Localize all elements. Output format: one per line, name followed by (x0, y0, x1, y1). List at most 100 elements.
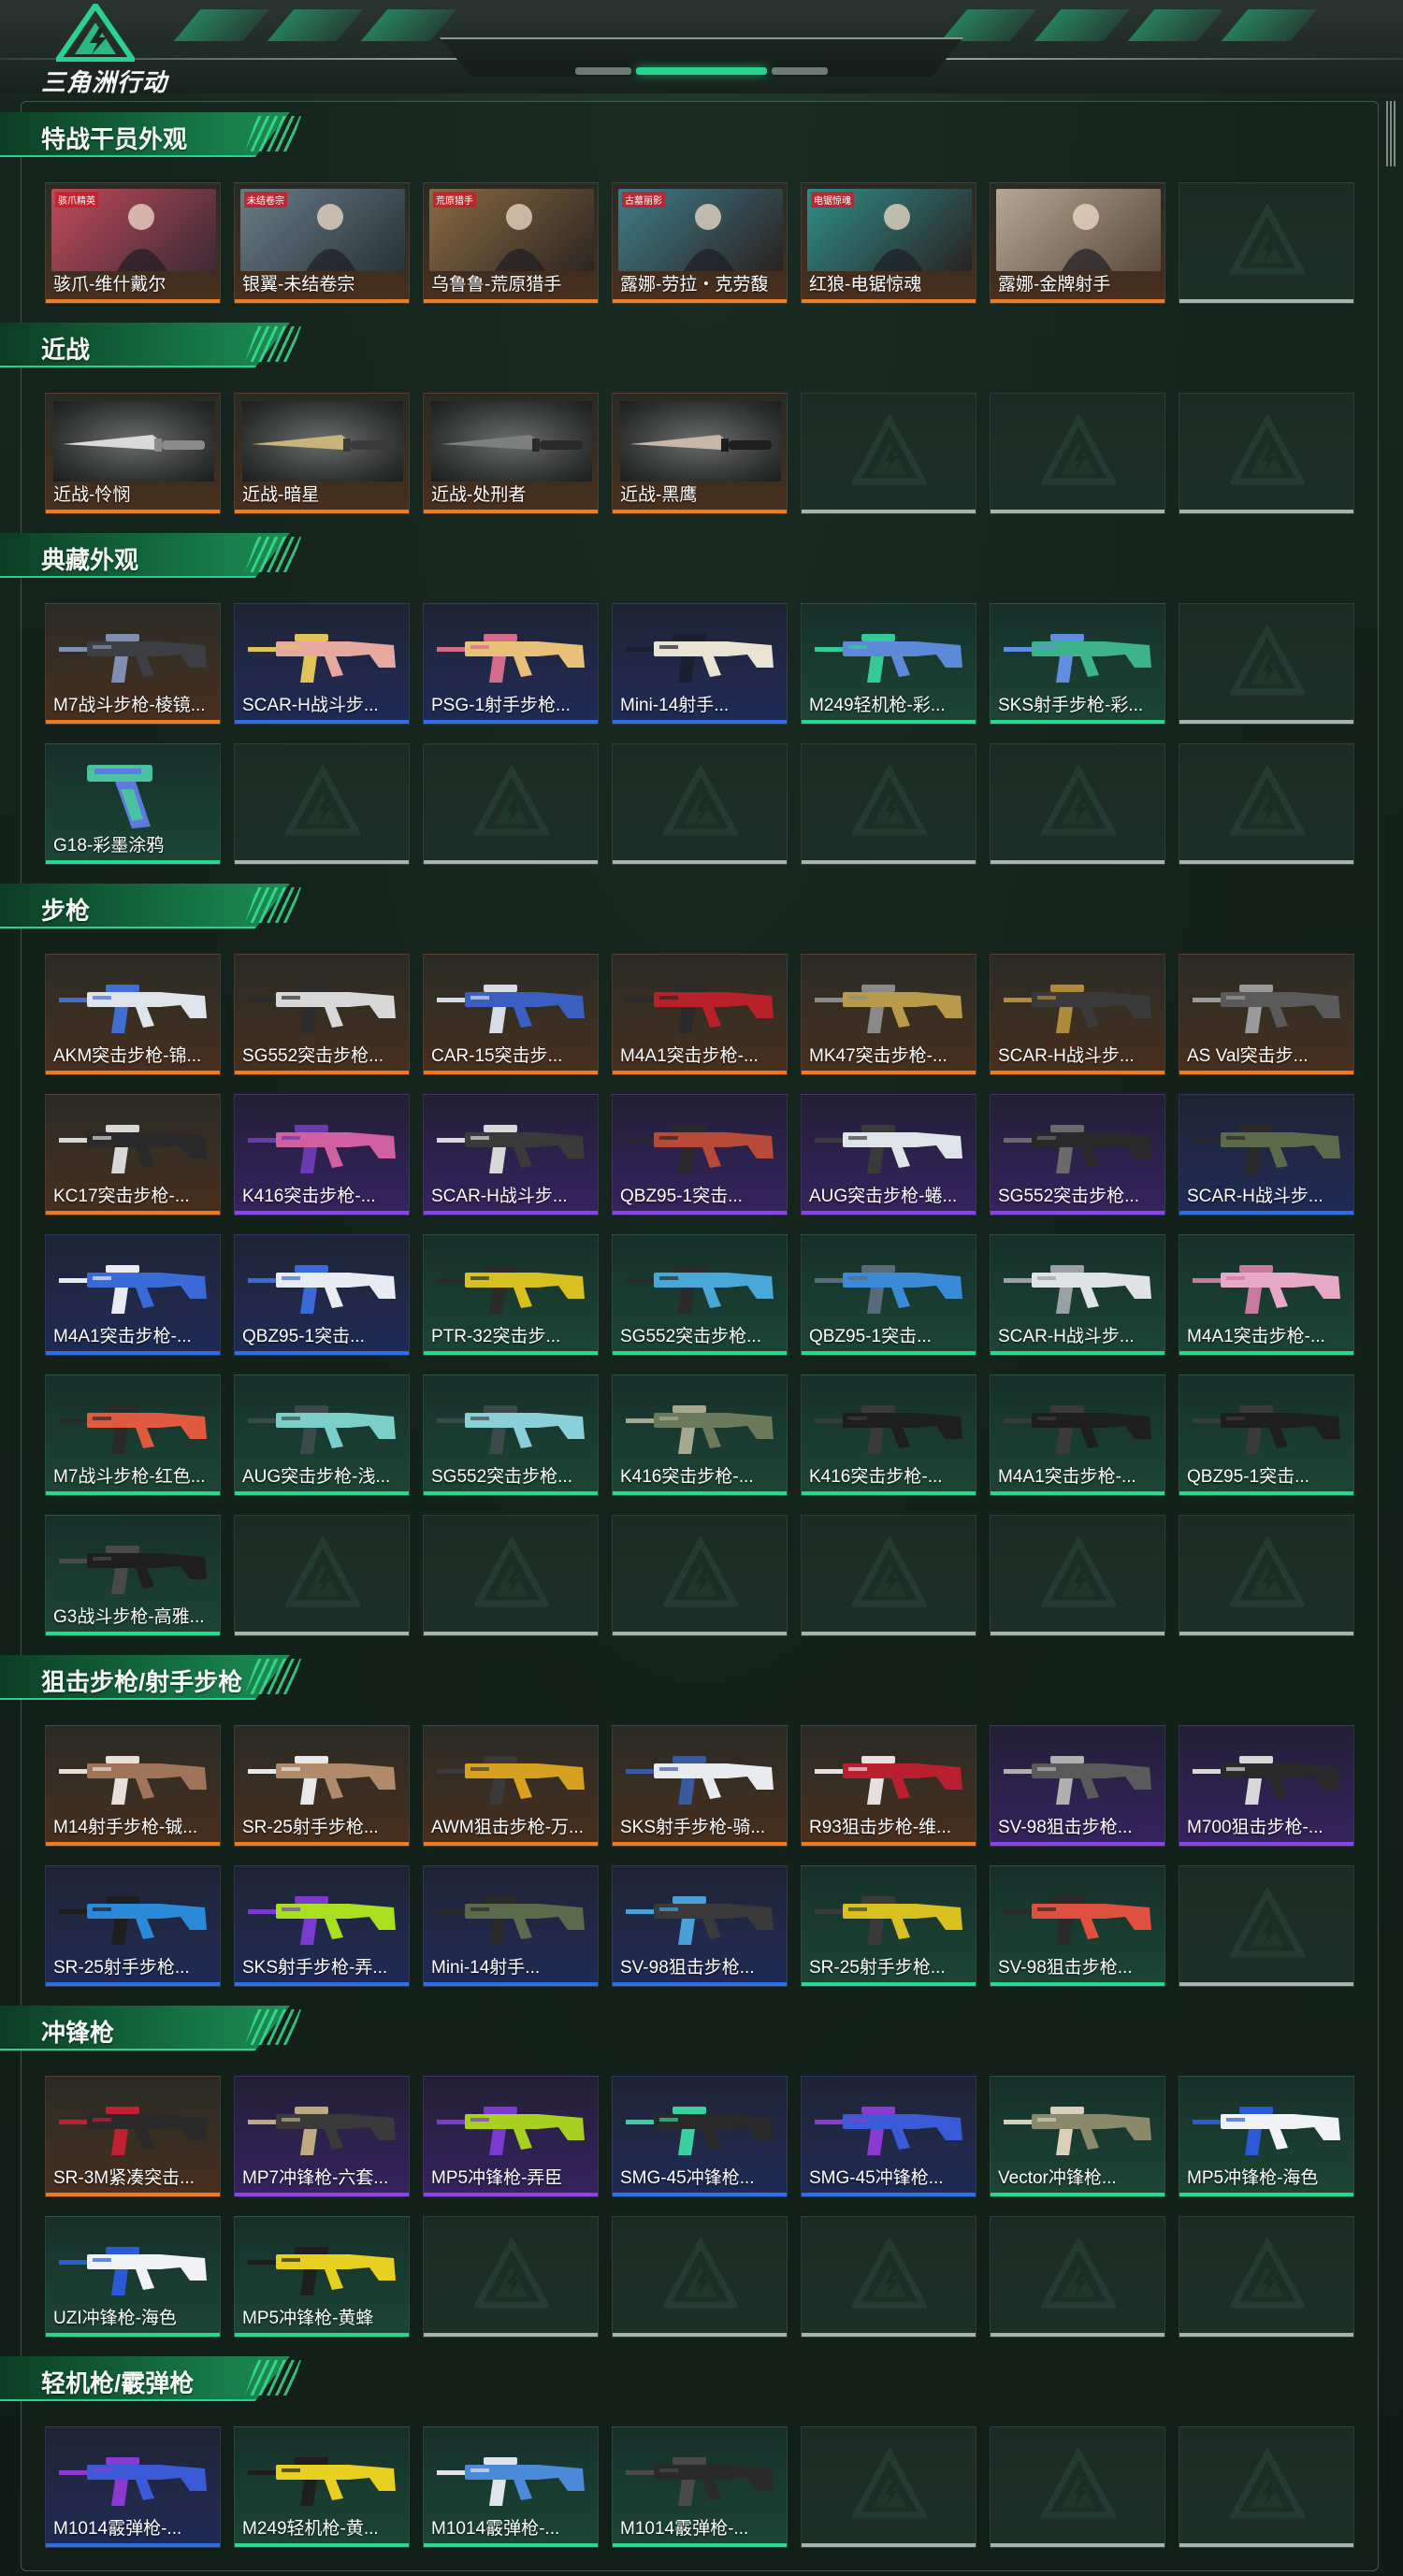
rarity-bar (613, 1211, 787, 1215)
skin-card[interactable]: M1014霰弹枪-... (45, 2426, 221, 2548)
skin-card[interactable]: M4A1突击步枪-... (612, 954, 788, 1075)
skin-card[interactable]: MK47突击步枪-... (801, 954, 976, 1075)
rarity-bar (235, 1842, 409, 1846)
skin-card[interactable]: R93狙击步枪-维... (801, 1725, 976, 1847)
skin-card[interactable]: QBZ95-1突击... (1179, 1374, 1354, 1496)
skin-card[interactable]: 近战-怜悯 (45, 393, 221, 514)
skin-card[interactable]: AUG突击步枪-浅... (234, 1374, 410, 1496)
skin-thumbnail (46, 394, 220, 487)
rarity-bar (424, 2543, 598, 2547)
skin-card[interactable]: AWM狙击步枪-万... (423, 1725, 599, 1847)
skin-thumbnail (424, 1235, 598, 1329)
skin-thumbnail (46, 1235, 220, 1329)
weapon-image (248, 1125, 396, 1173)
empty-slot (1179, 393, 1354, 514)
skin-card[interactable]: SR-25射手步枪... (45, 1865, 221, 1987)
weapon-image (248, 1265, 396, 1314)
skin-card[interactable]: K416突击步枪-... (801, 1374, 976, 1496)
skin-card[interactable]: SCAR-H战斗步... (423, 1094, 599, 1216)
skin-card[interactable]: 露娜-金牌射手 (990, 182, 1165, 304)
skin-thumbnail (802, 1726, 976, 1820)
skin-card[interactable]: PTR-32突击步... (423, 1234, 599, 1356)
skin-card[interactable]: Vector冲锋枪... (990, 2076, 1165, 2197)
skin-card[interactable]: MP5冲锋枪-黄蜂 (234, 2216, 410, 2338)
skin-card[interactable]: SMG-45冲锋枪... (801, 2076, 976, 2197)
skin-card[interactable]: SCAR-H战斗步... (1179, 1094, 1354, 1216)
weapon-image (248, 2247, 396, 2295)
skin-card[interactable]: SV-98狙击步枪... (990, 1725, 1165, 1847)
skin-card[interactable]: AKM突击步枪-锦... (45, 954, 221, 1075)
skin-card[interactable]: M249轻机枪-黄... (234, 2426, 410, 2548)
skin-card[interactable]: MP7冲锋枪-六套... (234, 2076, 410, 2197)
skin-card[interactable]: SR-25射手步枪... (801, 1865, 976, 1987)
skin-card[interactable]: SCAR-H战斗步... (990, 954, 1165, 1075)
skin-card[interactable]: SV-98狙击步枪... (612, 1865, 788, 1987)
weapon-image (248, 634, 396, 683)
skin-card[interactable]: M7战斗步枪-棱镜... (45, 603, 221, 725)
skin-card[interactable]: AUG突击步枪-蜷... (801, 1094, 976, 1216)
skin-card[interactable]: SV-98狙击步枪... (990, 1865, 1165, 1987)
skin-card[interactable]: SMG-45冲锋枪... (612, 2076, 788, 2197)
skin-card[interactable]: M1014霰弹枪-... (423, 2426, 599, 2548)
skin-card[interactable]: SR-25射手步枪... (234, 1725, 410, 1847)
weapon-image (59, 2107, 207, 2155)
skin-thumbnail (991, 604, 1164, 698)
skin-card[interactable]: MP5冲锋枪-海色 (1179, 2076, 1354, 2197)
skin-card[interactable]: G3战斗步枪-高雅... (45, 1515, 221, 1636)
skin-card[interactable]: M249轻机枪-彩... (801, 603, 976, 725)
skin-card[interactable]: SR-3M紧凑突击... (45, 2076, 221, 2197)
rarity-bar (46, 2193, 220, 2196)
skin-card[interactable]: SCAR-H战斗步... (990, 1234, 1165, 1356)
empty-slot (423, 1515, 599, 1636)
skin-card[interactable]: M14射手步枪-铖... (45, 1725, 221, 1847)
skin-card[interactable]: SCAR-H战斗步... (234, 603, 410, 725)
skin-card[interactable]: 近战-暗星 (234, 393, 410, 514)
skin-card[interactable]: 近战-黑鹰 (612, 393, 788, 514)
skin-card[interactable]: QBZ95-1突击... (612, 1094, 788, 1216)
skin-card[interactable]: M7战斗步枪-红色... (45, 1374, 221, 1496)
skin-card[interactable]: SG552突击步枪... (234, 954, 410, 1075)
skin-card[interactable]: AS Val突击步... (1179, 954, 1354, 1075)
skin-card[interactable]: MP5冲锋枪-弄臣 (423, 2076, 599, 2197)
skin-card[interactable]: 电锯惊魂 红狼-电锯惊魂 (801, 182, 976, 304)
skin-card[interactable]: KC17突击步枪-... (45, 1094, 221, 1216)
skin-card[interactable]: SKS射手步枪-骑... (612, 1725, 788, 1847)
skin-card[interactable]: G18-彩墨涂鸦 (45, 743, 221, 865)
portrait-tag: 荒原猎手 (433, 192, 476, 208)
skin-card[interactable]: SG552突击步枪... (423, 1374, 599, 1496)
skin-card[interactable]: SG552突击步枪... (990, 1094, 1165, 1216)
skin-card[interactable]: M4A1突击步枪-... (990, 1374, 1165, 1496)
skin-card[interactable]: K416突击步枪-... (234, 1094, 410, 1216)
skin-card[interactable]: UZI冲锋枪-海色 (45, 2216, 221, 2338)
skin-card[interactable]: Mini-14射手... (612, 603, 788, 725)
skin-card[interactable]: K416突击步枪-... (612, 1374, 788, 1496)
skin-card[interactable]: 近战-处刑者 (423, 393, 599, 514)
skin-card[interactable]: 古墓丽影 露娜-劳拉・克劳馥 (612, 182, 788, 304)
skin-card[interactable]: M4A1突击步枪-... (1179, 1234, 1354, 1356)
skin-card[interactable]: 骇爪精英 骇爪-维什戴尔 (45, 182, 221, 304)
skin-card[interactable]: SKS射手步枪-彩... (990, 603, 1165, 725)
skin-card[interactable]: M1014霰弹枪-... (612, 2426, 788, 2548)
skin-card[interactable]: QBZ95-1突击... (234, 1234, 410, 1356)
skin-card[interactable]: 荒原猎手 乌鲁鲁-荒原猎手 (423, 182, 599, 304)
skin-card[interactable]: Mini-14射手... (423, 1865, 599, 1987)
skin-card[interactable]: SKS射手步枪-弄... (234, 1865, 410, 1987)
skin-card[interactable]: PSG-1射手步枪... (423, 603, 599, 725)
rarity-bar (424, 1491, 598, 1495)
skin-card[interactable]: M4A1突击步枪-... (45, 1234, 221, 1356)
skin-card[interactable]: M700狙击步枪-... (1179, 1725, 1354, 1847)
scrollbar-handle[interactable] (1386, 101, 1396, 166)
weapon-image (815, 1896, 962, 1945)
rarity-bar (46, 1982, 220, 1986)
skin-card[interactable]: 未结卷宗 银翼-未结卷宗 (234, 182, 410, 304)
weapon-image (815, 985, 962, 1033)
skin-card[interactable]: QBZ95-1突击... (801, 1234, 976, 1356)
skin-card[interactable]: SG552突击步枪... (612, 1234, 788, 1356)
rarity-bar (802, 1842, 976, 1846)
empty-slot (1179, 743, 1354, 865)
rarity-bar (613, 2543, 787, 2547)
skin-thumbnail (235, 1095, 409, 1188)
rarity-bar (991, 1982, 1164, 1986)
skin-card[interactable]: CAR-15突击步... (423, 954, 599, 1075)
rarity-bar (46, 510, 220, 513)
